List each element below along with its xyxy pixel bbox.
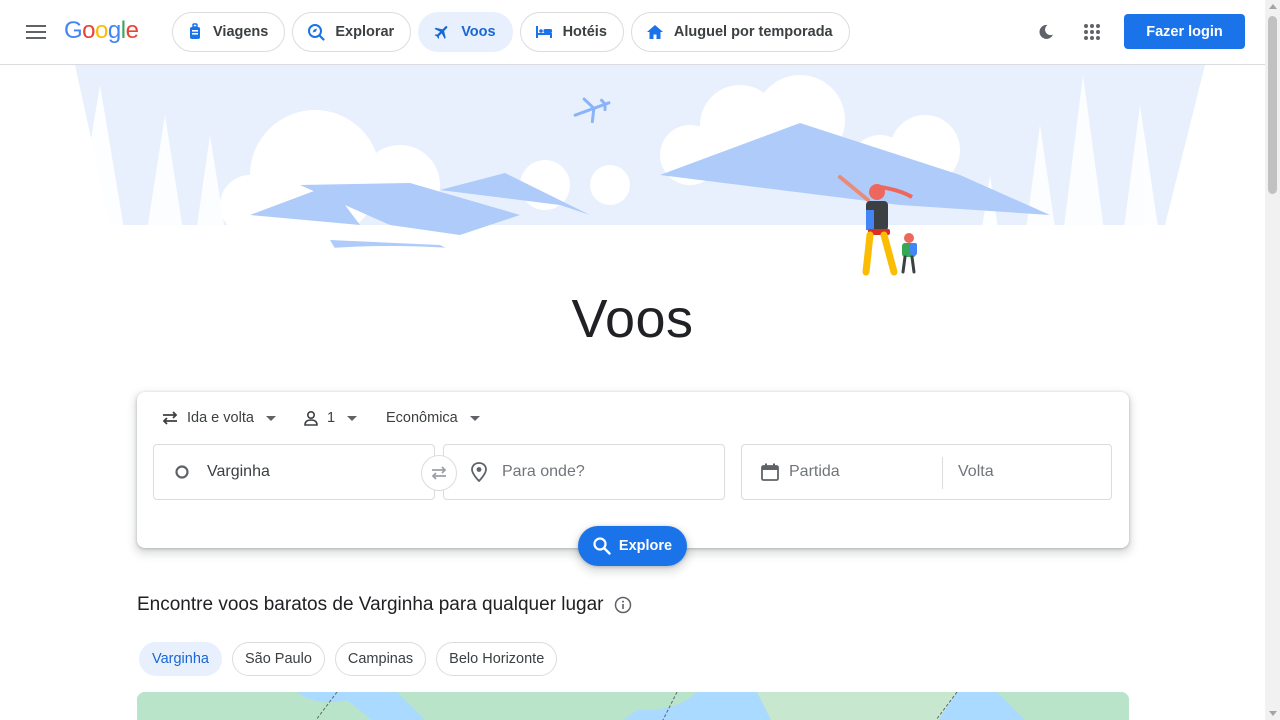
bed-icon [535, 26, 552, 38]
trip-type-value: Ida e volta [187, 410, 254, 426]
cheap-flights-section-title: Encontre voos baratos de Varginha para q… [137, 594, 632, 616]
nav-chip-label: Hotéis [562, 24, 607, 40]
explore-button[interactable]: Explore [578, 526, 687, 566]
location-pin-icon [471, 462, 487, 482]
nav-chip-viagens[interactable]: Viagens [172, 12, 286, 52]
dark-mode-moon-icon [1039, 24, 1053, 39]
nav-chip-aluguel[interactable]: Aluguel por temporada [630, 12, 850, 52]
origin-value: Varginha [207, 463, 270, 480]
trip-type-select[interactable]: Ida e volta [161, 406, 276, 430]
explore-icon [308, 24, 325, 41]
origin-pill-varginha[interactable]: Varginha [139, 642, 222, 676]
page-scrollbar[interactable] [1265, 0, 1280, 720]
house-icon [646, 25, 663, 39]
top-app-bar: Google Viagens Explorar Voos Hotéis Alug… [0, 0, 1280, 65]
explore-map[interactable] [137, 692, 1129, 720]
departure-date-input[interactable]: Partida [789, 463, 840, 481]
swap-arrows-icon [431, 466, 447, 480]
apps-grid-icon [1084, 24, 1100, 40]
nav-chip-explorar[interactable]: Explorar [292, 12, 412, 52]
theme-toggle-button[interactable] [1026, 12, 1066, 52]
chevron-down-icon [347, 415, 358, 421]
info-icon[interactable] [614, 596, 632, 614]
destination-placeholder: Para onde? [502, 463, 585, 480]
cabin-class-select[interactable]: Econômica [386, 406, 480, 430]
logo-letter: G [64, 17, 83, 44]
origin-pill-belo-horizonte[interactable]: Belo Horizonte [436, 642, 558, 676]
google-logo[interactable]: Google [64, 17, 139, 45]
logo-letter: g [107, 17, 121, 44]
product-nav: Viagens Explorar Voos Hotéis Aluguel por… [172, 12, 850, 52]
travel-bag-icon [190, 23, 200, 39]
nav-chip-label: Voos [461, 24, 496, 40]
mountain-landscape-illustration [70, 65, 1205, 295]
person-icon [304, 410, 318, 426]
hero-illustration [0, 65, 1265, 295]
logo-letter: e [125, 17, 139, 44]
search-icon [593, 537, 611, 555]
origin-pill-campinas[interactable]: Campinas [334, 642, 427, 676]
nav-chip-label: Explorar [335, 24, 395, 40]
origin-pills: Varginha São Paulo Campinas Belo Horizon… [139, 642, 558, 676]
cabin-class-value: Econômica [386, 410, 458, 426]
passengers-value: 1 [327, 410, 336, 426]
flight-search-card: Ida e volta 1 Econômica Varginha Para on… [137, 392, 1129, 548]
date-divider [942, 457, 943, 489]
origin-pill-sao-paulo[interactable]: São Paulo [231, 642, 325, 676]
nav-chip-voos[interactable]: Voos [418, 12, 513, 52]
logo-letter: o [82, 17, 96, 44]
logo-letter: o [95, 17, 108, 44]
scroll-up-arrow-icon[interactable] [1268, 4, 1277, 9]
scroll-down-arrow-icon[interactable] [1268, 711, 1277, 716]
nav-chip-label: Viagens [213, 24, 269, 40]
dates-field[interactable]: Partida Volta [741, 444, 1112, 500]
swap-origin-destination-button[interactable] [421, 455, 457, 491]
explore-label: Explore [618, 538, 673, 554]
destination-field[interactable]: Para onde? [443, 444, 725, 500]
map-terrain-preview [137, 692, 1129, 720]
page-title: Voos [571, 289, 694, 349]
main-menu-button[interactable] [16, 12, 56, 52]
passengers-select[interactable]: 1 [303, 406, 358, 430]
nav-chip-label: Aluguel por temporada [673, 24, 833, 40]
chevron-down-icon [469, 415, 480, 421]
chevron-down-icon [265, 415, 276, 421]
sign-in-button[interactable]: Fazer login [1124, 14, 1245, 49]
nav-chip-hoteis[interactable]: Hotéis [519, 12, 624, 52]
origin-circle-icon [175, 465, 189, 479]
google-apps-button[interactable] [1072, 12, 1112, 52]
section-title-text: Encontre voos baratos de Varginha para q… [137, 594, 604, 615]
scrollbar-thumb[interactable] [1268, 16, 1277, 194]
origin-field[interactable]: Varginha [153, 444, 435, 500]
airplane-icon [434, 26, 448, 39]
hamburger-menu-icon [26, 25, 46, 39]
return-date-input[interactable]: Volta [958, 463, 994, 481]
calendar-icon [761, 463, 779, 481]
swap-arrows-icon [162, 411, 178, 425]
